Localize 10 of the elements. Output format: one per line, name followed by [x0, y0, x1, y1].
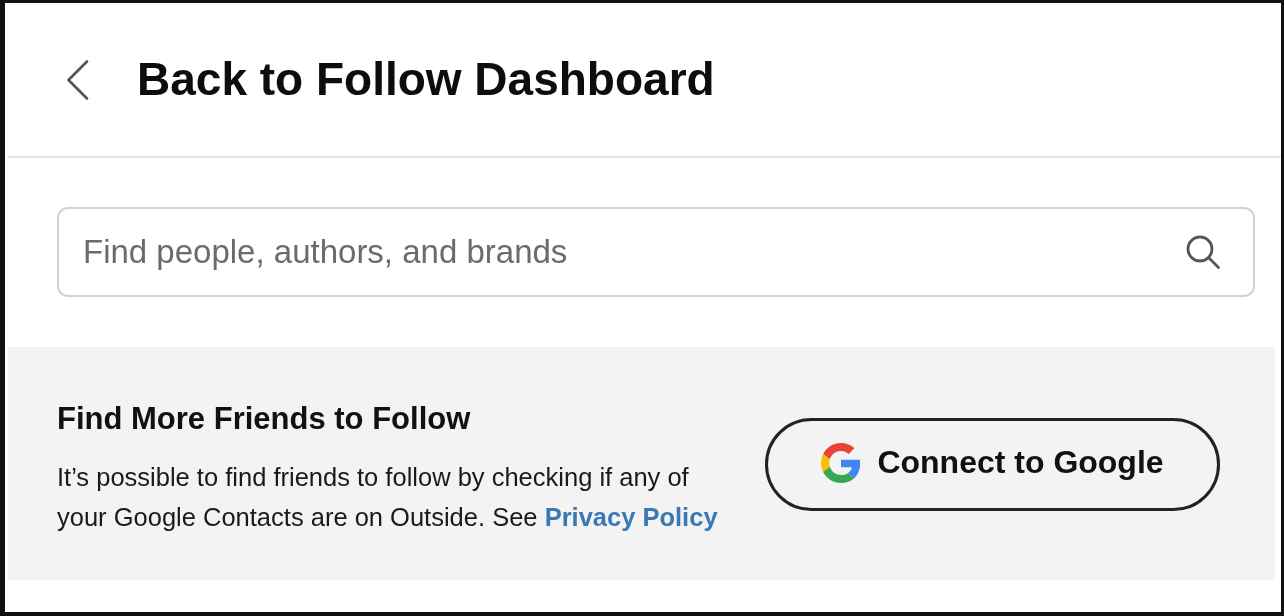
search-icon — [1185, 234, 1221, 270]
search-field[interactable]: Find people, authors, and brands — [57, 207, 1255, 297]
page-title: Back to Follow Dashboard — [137, 51, 715, 107]
friends-heading: Find More Friends to Follow — [57, 399, 472, 437]
back-button[interactable] — [66, 59, 89, 100]
friends-description: It’s possible to find friends to follow by checking if any of your Google Contacts are on Outside. See Privacy Policy — [57, 461, 719, 533]
chevron-left-icon — [66, 59, 89, 100]
connect-google-button[interactable]: Connect to Google — [765, 417, 1220, 511]
privacy-policy-link[interactable]: Privacy Policy — [544, 502, 718, 531]
google-g-icon — [821, 442, 862, 483]
